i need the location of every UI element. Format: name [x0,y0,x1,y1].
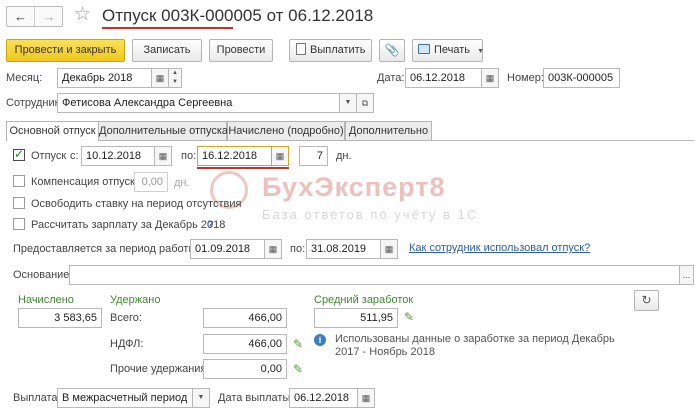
compensation-label: Компенсация отпуска [31,176,142,188]
print-button[interactable]: Печать ▼ [412,39,485,62]
basis-label: Основание: [13,269,73,281]
leave-from-calendar-icon[interactable]: ▦ [154,146,172,166]
employee-field[interactable]: Фетисова Александра Сергеевна [57,93,341,113]
number-label: Номер: [507,72,544,84]
info-icon: i [314,334,326,346]
checkmark-icon: ✓ [14,147,25,161]
print-button-label: Печать [434,44,471,56]
paperclip-icon: 📎 [384,43,400,57]
ndfl-field[interactable]: 466,00 [203,334,287,354]
page-title: Отпуск 003К-000005 от 06.12.2018 [102,6,374,25]
post-button[interactable]: Провести [209,39,273,62]
number-field[interactable]: 003К-000005 [543,68,620,88]
basis-field[interactable] [69,265,681,285]
watermark-subtitle: База ответов по учёту в 1С [262,207,479,222]
other-withholdings-field[interactable]: 0,00 [203,359,287,379]
free-rate-label: Освободить ставку на период отсутствия [31,198,242,210]
pay-button-label: Выплатить [310,44,366,56]
leave-label: Отпуск [31,150,67,162]
employee-open-icon[interactable]: ⧉ [356,93,374,113]
tab-line [98,140,694,141]
leave-to-underline [197,167,289,169]
payment-date-field[interactable]: 06.12.2018 [289,388,359,408]
other-withholdings-label: Прочие удержания: [110,363,210,375]
period-from-field[interactable]: 01.09.2018 [190,239,265,259]
period-to-field[interactable]: 31.08.2019 [306,239,381,259]
month-stepper[interactable]: ▲ ▼ [168,68,182,88]
payment-field[interactable]: В межрасчетный период [57,388,193,408]
month-label: Месяц: [6,72,43,84]
tab-accrued-detailed[interactable]: Начислено (подробно) [227,121,345,140]
leave-days-field[interactable]: 7 [299,146,328,166]
month-calendar-icon[interactable]: ▦ [151,68,169,88]
leave-to-label: по: [181,150,197,162]
employee-dropdown-icon[interactable]: ▼ [339,93,357,113]
printer-icon [418,44,430,54]
date-field[interactable]: 06.12.2018 [405,68,483,88]
period-to-label: по: [290,243,306,255]
compensation-unit: дн. [174,177,190,189]
period-to-calendar-icon[interactable]: ▦ [380,239,398,259]
date-calendar-icon[interactable]: ▦ [481,68,499,88]
title-underline [102,27,233,29]
ndfl-label: НДФЛ: [110,338,144,350]
withheld-label: Удержано [110,294,161,306]
employee-label: Сотрудник: [6,97,63,109]
tab-additional-leaves[interactable]: Дополнительные отпуска [98,121,228,140]
help-icon[interactable]: ? [207,218,214,232]
pay-button[interactable]: Выплатить [289,39,372,62]
avg-earnings-field[interactable]: 511,95 [314,308,398,328]
usage-link[interactable]: Как сотрудник использовал отпуск? [409,242,590,254]
date-label: Дата: [377,72,405,84]
tab-additional[interactable]: Дополнительно [345,121,432,140]
other-edit-pencil-icon[interactable]: ✎ [293,363,303,375]
free-rate-checkbox[interactable] [13,197,25,209]
payment-dropdown-icon[interactable]: ▼ [192,388,210,408]
refresh-icon: ↻ [641,293,652,307]
post-and-close-button[interactable]: Провести и закрыть [6,39,125,62]
attach-button[interactable]: 📎 [379,39,405,62]
nav-buttons: ← → [6,6,63,27]
month-field[interactable]: Декабрь 2018 [57,68,152,88]
leave-days-label: дн. [336,150,352,162]
back-arrow-icon[interactable]: ← [7,7,35,26]
favorite-star-icon[interactable]: ☆ [74,4,91,26]
chevron-down-icon: ▼ [477,48,485,55]
ndfl-edit-pencil-icon[interactable]: ✎ [293,338,303,350]
tab-main-leave[interactable]: Основной отпуск [6,121,99,141]
total-field[interactable]: 466,00 [203,308,287,328]
leave-to-calendar-icon[interactable]: ▦ [271,146,289,166]
calc-salary-label: Рассчитать зарплату за Декабрь 2018 [31,219,226,231]
accrued-label: Начислено [18,294,74,306]
basis-more-icon[interactable]: ... [679,265,694,285]
leave-from-label: с: [70,150,79,162]
watermark-title: БухЭксперт8 [262,172,446,202]
payment-date-calendar-icon[interactable]: ▦ [357,388,375,408]
leave-to-field[interactable]: 16.12.2018 [197,146,272,166]
period-from-calendar-icon[interactable]: ▦ [264,239,282,259]
avg-edit-pencil-icon[interactable]: ✎ [404,311,414,323]
leave-from-field[interactable]: 10.12.2018 [81,146,156,166]
total-label: Всего: [110,312,142,324]
avg-earnings-label: Средний заработок [314,294,414,306]
avg-earnings-info-text: Использованы данные о заработке за перио… [335,333,615,358]
forward-arrow-icon[interactable]: → [35,7,63,26]
payment-label: Выплата: [13,392,61,404]
pay-document-icon [296,43,306,55]
save-button[interactable]: Записать [132,39,202,62]
calc-salary-checkbox[interactable] [13,218,25,230]
accrued-field[interactable]: 3 583,65 [18,308,102,328]
leave-checkbox[interactable]: ✓ [13,147,25,161]
period-label: Предоставляется за период работы с: [13,243,208,255]
payment-date-label: Дата выплаты: [218,392,294,404]
compensation-checkbox[interactable] [13,175,25,187]
compensation-field[interactable]: 0,00 [134,172,168,192]
refresh-button[interactable]: ↻ [634,290,659,311]
